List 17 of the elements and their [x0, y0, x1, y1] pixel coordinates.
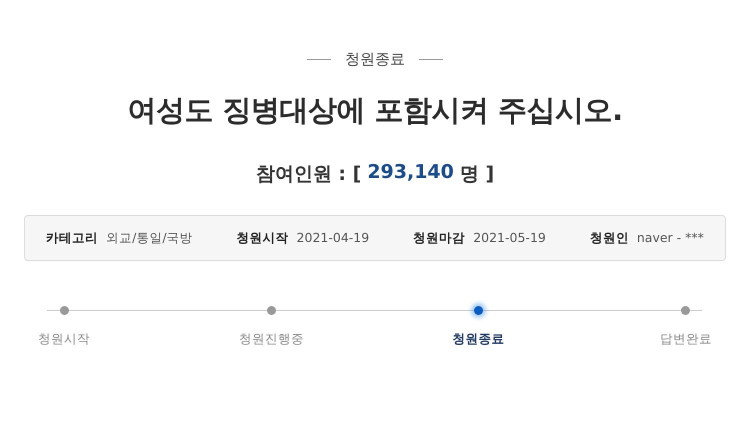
participants-unit: 명 ] [460, 162, 494, 187]
step-label: 청원종료 [452, 331, 505, 348]
info-value: 외교/통일/국방 [106, 230, 193, 246]
participants-label: 참여인원 : [ [256, 162, 362, 187]
participants-count: 293,140 [367, 161, 454, 185]
info-value: 2021-05-19 [473, 230, 546, 244]
petition-title: 여성도 징병대상에 포함시켜 주십시오. [126, 92, 624, 129]
info-value: 2021-04-19 [296, 230, 370, 244]
step-label: 청원시작 [38, 331, 90, 348]
info-label: 카테고리 [46, 230, 98, 246]
step-label: 청원진행중 [238, 331, 304, 348]
info-label: 청원시작 [236, 230, 289, 246]
step-label: 답변완료 [660, 331, 712, 348]
info-value: naver - *** [636, 230, 704, 244]
info-label: 청원마감 [413, 230, 466, 246]
info-label: 청원인 [590, 230, 629, 246]
petition-status: 청원종료 [345, 50, 405, 69]
